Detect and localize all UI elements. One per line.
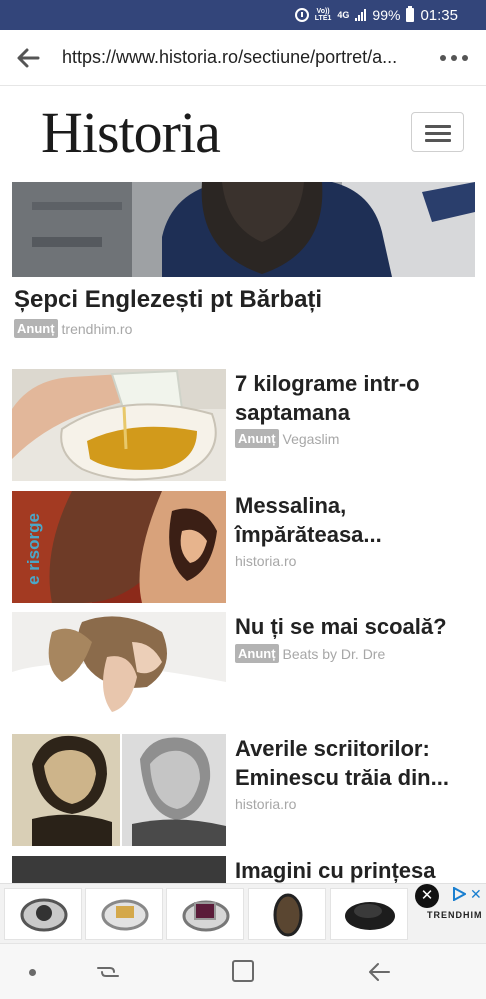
bearded-man-photo — [12, 182, 475, 277]
battery-percent: 99% — [372, 7, 401, 23]
alarm-icon — [294, 8, 309, 22]
volte-indicator: Vo)) LTE1 — [315, 8, 332, 22]
article-title[interactable]: Nu ți se mai scoală? — [235, 612, 471, 641]
volte-top-label: Vo)) — [316, 8, 330, 15]
article-source: historia.ro — [235, 796, 297, 812]
list-item[interactable]: e risorge Messalina, împărăteasa... hist… — [12, 491, 475, 603]
list-item[interactable]: 7 kilograme intr-o saptamana Anunț Vegas… — [12, 369, 475, 481]
arrow-left-icon[interactable] — [14, 44, 42, 72]
banner-ad[interactable]: ✕ ✕ TRENDHIM — [0, 883, 486, 943]
ad-badge: Anunț — [235, 429, 279, 448]
ring-product[interactable] — [248, 888, 326, 940]
article-thumbnail — [12, 369, 226, 481]
adchoices-icon[interactable] — [452, 887, 466, 901]
article-meta: Anunț Beats by Dr. Dre — [235, 644, 385, 663]
hero-image[interactable] — [12, 182, 475, 277]
article-thumbnail — [12, 856, 226, 883]
hamburger-menu-button[interactable] — [411, 112, 464, 152]
browser-toolbar: https://www.historia.ro/sectiune/portret… — [0, 30, 486, 86]
article-title[interactable]: Averile scriitorilor: Eminescu trăia din… — [235, 734, 471, 792]
volte-bottom-label: LTE1 — [314, 15, 332, 22]
battery-icon — [406, 6, 415, 22]
article-thumbnail — [12, 734, 226, 846]
article-title[interactable]: Messalina, împărăteasa... — [235, 491, 471, 549]
ad-dismiss-icon[interactable]: ✕ — [470, 886, 482, 903]
system-nav-bar — [0, 943, 486, 999]
article-source: Beats by Dr. Dre — [282, 645, 386, 662]
ad-badge: Anunț — [14, 319, 58, 338]
hero-title[interactable]: Șepci Englezești pt Bărbați — [14, 286, 322, 314]
ring-product[interactable] — [166, 888, 244, 940]
article-meta: historia.ro — [235, 796, 296, 812]
list-item[interactable]: Nu ți se mai scoală? Anunț Beats by Dr. … — [12, 612, 475, 724]
article-meta: historia.ro — [235, 553, 296, 569]
article-title[interactable]: 7 kilograme intr-o saptamana — [235, 369, 471, 427]
status-icons: Vo)) LTE1 4G 99% 01:35 — [294, 5, 458, 25]
site-header: Historia — [0, 86, 486, 182]
status-bar: Vo)) LTE1 4G 99% 01:35 — [0, 0, 486, 30]
address-bar[interactable]: https://www.historia.ro/sectiune/portret… — [62, 47, 422, 68]
network-type: 4G — [337, 9, 350, 20]
article-thumbnail — [12, 612, 226, 724]
article-thumbnail: e risorge — [12, 491, 226, 603]
signal-icon — [355, 9, 367, 21]
article-title[interactable]: Imagini cu prințesa — [235, 856, 471, 883]
ring-product[interactable] — [330, 888, 408, 940]
hero-source: trendhim.ro — [61, 320, 133, 337]
hero-meta: Anunț trendhim.ro — [14, 319, 132, 338]
ring-product[interactable] — [85, 888, 163, 940]
article-meta: Anunț Vegaslim — [235, 429, 339, 448]
ad-brand-label: TRENDHIM — [427, 910, 483, 920]
thumbnail-overlay-text: e risorge — [23, 513, 43, 585]
back-arrow-icon[interactable] — [367, 960, 391, 984]
home-square-icon[interactable] — [232, 960, 254, 982]
list-item[interactable]: Imagini cu prințesa — [12, 856, 475, 883]
ad-close-button[interactable]: ✕ — [415, 884, 439, 908]
nav-dot-icon[interactable] — [29, 969, 36, 976]
article-source: Vegaslim — [282, 430, 340, 447]
article-source: historia.ro — [235, 553, 297, 569]
ad-badge: Anunț — [235, 644, 279, 663]
clock: 01:35 — [420, 6, 458, 24]
ring-product[interactable] — [4, 888, 82, 940]
recents-icon[interactable] — [96, 960, 120, 984]
list-item[interactable]: Averile scriitorilor: Eminescu trăia din… — [12, 734, 475, 846]
site-logo[interactable]: Historia — [41, 102, 221, 164]
more-dots-icon[interactable] — [440, 50, 470, 66]
